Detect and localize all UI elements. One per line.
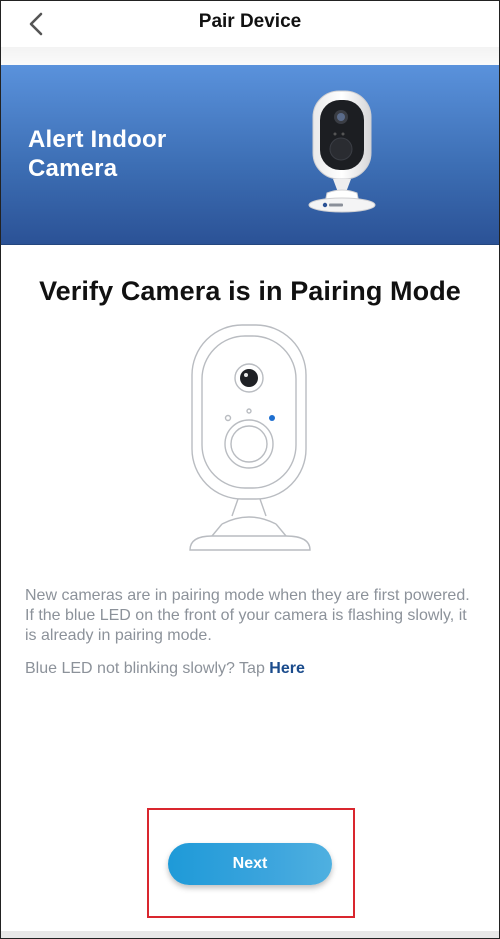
- bottom-bar: [1, 931, 499, 938]
- help-line: Blue LED not blinking slowly? Tap Here: [25, 660, 480, 678]
- help-text: Blue LED not blinking slowly? Tap: [25, 660, 270, 677]
- help-link[interactable]: Here: [269, 660, 305, 677]
- section-title: Verify Camera is in Pairing Mode: [39, 276, 461, 306]
- page-title: Pair Device: [198, 11, 302, 32]
- pairing-description: New cameras are in pairing mode when the…: [25, 587, 470, 644]
- device-banner: Alert Indoor Camera: [1, 65, 499, 245]
- camera-outline-icon: [189, 324, 311, 551]
- header-divider: [1, 47, 499, 65]
- camera-photo-icon: [308, 90, 376, 213]
- blue-led-indicator: [269, 415, 275, 421]
- device-name: Alert Indoor Camera: [28, 126, 167, 182]
- top-bar: Pair Device: [1, 1, 499, 47]
- next-button[interactable]: Next: [168, 843, 332, 885]
